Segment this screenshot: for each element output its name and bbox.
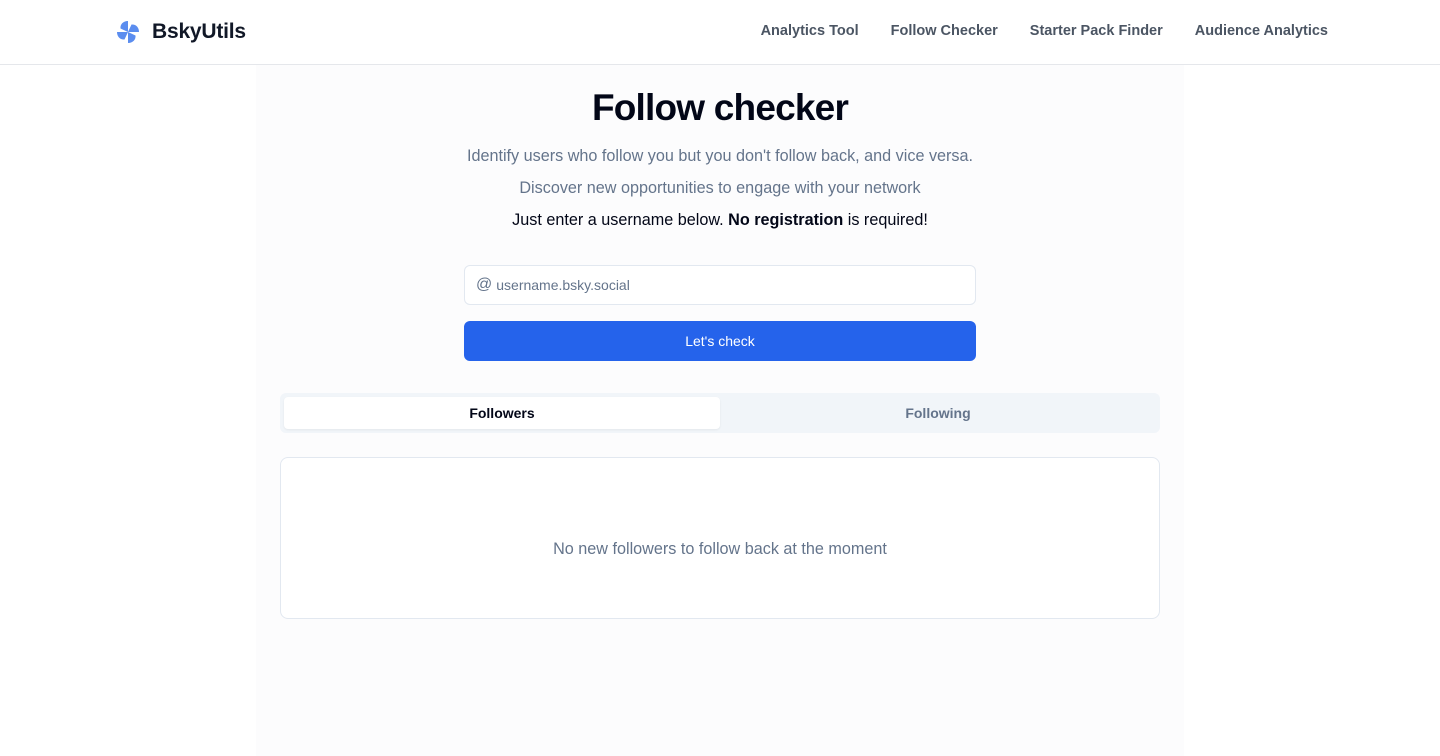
page-title: Follow checker (591, 87, 849, 128)
lets-check-button[interactable]: Let's check (464, 321, 976, 361)
note-prefix: Just enter a username below. (512, 211, 729, 229)
nav-link-audience-analytics[interactable]: Audience Analytics (1195, 23, 1328, 39)
top-navbar: BskyUtils Analytics Tool Follow Checker … (0, 0, 1440, 65)
username-input[interactable] (496, 267, 937, 303)
results-tabs: Followers Following (280, 393, 1160, 433)
registration-note: Just enter a username below. No registra… (0, 204, 1440, 236)
nav-link-starter-pack-finder[interactable]: Starter Pack Finder (1030, 23, 1163, 39)
nav-link-analytics-tool[interactable]: Analytics Tool (761, 23, 859, 39)
pinwheel-icon (117, 21, 139, 43)
page-subtitle-secondary: Discover new opportunities to engage wit… (519, 179, 921, 197)
main-nav: Analytics Tool Follow Checker Starter Pa… (761, 23, 1328, 39)
tab-followers[interactable]: Followers (284, 397, 720, 429)
at-sign-prefix: @ (476, 276, 493, 293)
hero-section: Follow checker Identify users who follow… (0, 86, 1440, 236)
nav-link-follow-checker[interactable]: Follow Checker (891, 23, 998, 39)
brand-link[interactable]: BskyUtils (114, 18, 246, 46)
brand-name: BskyUtils (152, 20, 246, 43)
note-suffix: is required! (843, 211, 928, 229)
username-search-box[interactable]: @ (464, 265, 976, 305)
results-panel: No new followers to follow back at the m… (280, 457, 1160, 619)
page-subtitle-primary: Identify users who follow you but you do… (466, 147, 974, 165)
tab-following[interactable]: Following (720, 397, 1156, 429)
note-bold: No registration (728, 211, 844, 229)
empty-state-message: No new followers to follow back at the m… (553, 539, 887, 558)
